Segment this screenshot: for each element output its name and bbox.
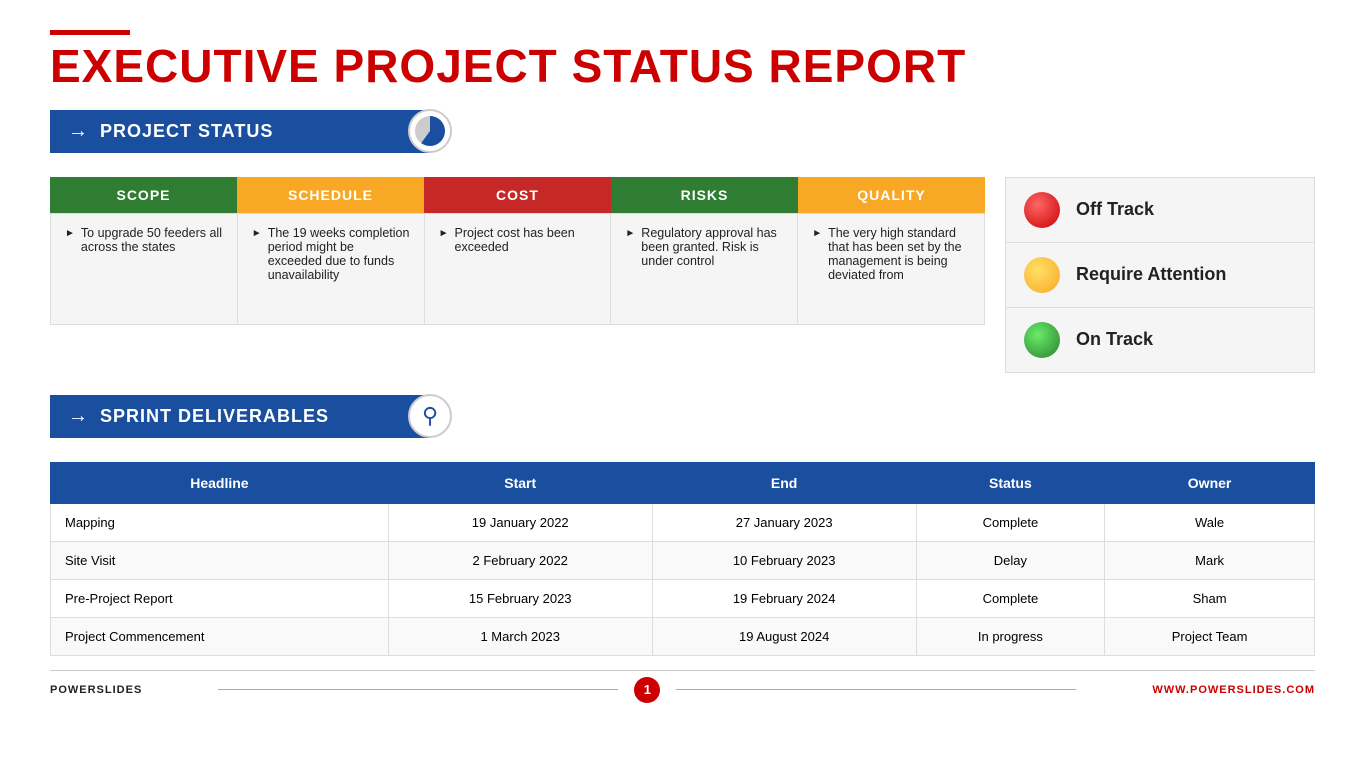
cell-headline: Project Commencement	[51, 617, 389, 655]
trinity-icon-circle: ⚲	[408, 394, 452, 438]
page-title: EXECUTIVE PROJECT STATUS REPORT	[50, 41, 1315, 92]
col-end: End	[652, 462, 916, 503]
risks-cell: ► Regulatory approval has been granted. …	[611, 214, 798, 324]
cost-text: Project cost has been exceeded	[455, 226, 597, 254]
schedule-bullet-arrow: ►	[252, 228, 262, 239]
page: EXECUTIVE PROJECT STATUS REPORT → PROJEC…	[0, 0, 1365, 767]
project-status-header: → PROJECT STATUS	[50, 110, 430, 153]
legend-on-track: On Track	[1006, 308, 1314, 372]
status-table: SCOPE SCHEDULE COST RISKS QUALITY ► To u…	[50, 177, 985, 325]
legend-on-track-label: On Track	[1076, 329, 1153, 350]
col-headline: Headline	[51, 462, 389, 503]
sprint-deliverables-header: → SPRINT DELIVERABLES ⚲	[50, 395, 430, 438]
risks-bullet: ► Regulatory approval has been granted. …	[625, 226, 783, 268]
cost-bullet: ► Project cost has been exceeded	[439, 226, 597, 254]
cell-owner: Mark	[1105, 541, 1315, 579]
green-dot-icon	[1024, 322, 1060, 358]
col-status: Status	[916, 462, 1105, 503]
footer-brand-right: WWW.POWERSLIDES.COM	[1152, 684, 1315, 696]
risks-text: Regulatory approval has been granted. Ri…	[641, 226, 783, 268]
yellow-dot-icon	[1024, 257, 1060, 293]
cell-start: 15 February 2023	[388, 579, 652, 617]
col-owner: Owner	[1105, 462, 1315, 503]
sprint-deliverables-section: → SPRINT DELIVERABLES ⚲ Headline Start E…	[50, 395, 1315, 656]
sprint-arrow-icon: →	[68, 405, 88, 428]
quality-text: The very high standard that has been set…	[828, 226, 970, 282]
legend-require-attention: Require Attention	[1006, 243, 1314, 308]
footer-line-left	[218, 689, 618, 690]
table-row: Site Visit2 February 202210 February 202…	[51, 541, 1315, 579]
legend-off-track-label: Off Track	[1076, 199, 1154, 220]
deliverables-table: Headline Start End Status Owner Mapping1…	[50, 462, 1315, 656]
cell-end: 19 August 2024	[652, 617, 916, 655]
cell-status: Complete	[916, 503, 1105, 541]
cell-owner: Project Team	[1105, 617, 1315, 655]
trinity-icon: ⚲	[422, 403, 438, 429]
project-status-label: PROJECT STATUS	[100, 121, 273, 142]
project-status-section: → PROJECT STATUS SCOPE SCHEDULE COST RIS…	[50, 110, 1315, 373]
legend-panel: Off Track Require Attention On Track	[1005, 177, 1315, 373]
schedule-cell: ► The 19 weeks completion period might b…	[238, 214, 425, 324]
cell-start: 2 February 2022	[388, 541, 652, 579]
quality-cell: ► The very high standard that has been s…	[798, 214, 984, 324]
quality-header: QUALITY	[798, 177, 985, 213]
scope-bullet: ► To upgrade 50 feeders all across the s…	[65, 226, 223, 254]
footer-page-badge: 1	[634, 677, 660, 703]
red-dot-icon	[1024, 192, 1060, 228]
scope-cell: ► To upgrade 50 feeders all across the s…	[51, 214, 238, 324]
title-black: EXECUTIVE PROJECT	[50, 40, 572, 92]
scope-bullet-arrow: ►	[65, 228, 75, 239]
cell-status: In progress	[916, 617, 1105, 655]
table-row: Pre-Project Report15 February 202319 Feb…	[51, 579, 1315, 617]
cell-owner: Wale	[1105, 503, 1315, 541]
cell-owner: Sham	[1105, 579, 1315, 617]
scope-text: To upgrade 50 feeders all across the sta…	[81, 226, 223, 254]
footer-line-right	[676, 689, 1076, 690]
status-body-row: ► To upgrade 50 feeders all across the s…	[50, 213, 985, 325]
schedule-bullet: ► The 19 weeks completion period might b…	[252, 226, 410, 282]
cell-headline: Mapping	[51, 503, 389, 541]
footer-brand-left: POWERSLIDES	[50, 684, 142, 696]
footer-center: 1	[142, 677, 1152, 703]
legend-off-track: Off Track	[1006, 178, 1314, 243]
cost-bullet-arrow: ►	[439, 228, 449, 239]
deliverables-header-row: Headline Start End Status Owner	[51, 462, 1315, 503]
scope-header: SCOPE	[50, 177, 237, 213]
risks-header: RISKS	[611, 177, 798, 213]
status-header-row: SCOPE SCHEDULE COST RISKS QUALITY	[50, 177, 985, 213]
arrow-icon: →	[68, 120, 88, 143]
risks-bullet-arrow: ►	[625, 228, 635, 239]
status-row-wrapper: SCOPE SCHEDULE COST RISKS QUALITY ► To u…	[50, 177, 1315, 373]
table-row: Mapping19 January 202227 January 2023Com…	[51, 503, 1315, 541]
title-accent-line	[50, 30, 130, 35]
quality-bullet: ► The very high standard that has been s…	[812, 226, 970, 282]
legend-require-attention-label: Require Attention	[1076, 264, 1226, 285]
cell-headline: Site Visit	[51, 541, 389, 579]
title-bar: EXECUTIVE PROJECT STATUS REPORT	[50, 30, 1315, 92]
footer: POWERSLIDES 1 WWW.POWERSLIDES.COM	[50, 670, 1315, 703]
cell-status: Complete	[916, 579, 1105, 617]
schedule-header: SCHEDULE	[237, 177, 424, 213]
title-red: STATUS REPORT	[572, 40, 967, 92]
cost-cell: ► Project cost has been exceeded	[425, 214, 612, 324]
cell-end: 10 February 2023	[652, 541, 916, 579]
cost-header: COST	[424, 177, 611, 213]
cell-headline: Pre-Project Report	[51, 579, 389, 617]
schedule-text: The 19 weeks completion period might be …	[268, 226, 410, 282]
pie-chart-icon-circle	[408, 109, 452, 153]
cell-status: Delay	[916, 541, 1105, 579]
cell-end: 27 January 2023	[652, 503, 916, 541]
table-row: Project Commencement1 March 202319 Augus…	[51, 617, 1315, 655]
cell-end: 19 February 2024	[652, 579, 916, 617]
pie-chart-icon	[415, 116, 445, 146]
col-start: Start	[388, 462, 652, 503]
cell-start: 19 January 2022	[388, 503, 652, 541]
cell-start: 1 March 2023	[388, 617, 652, 655]
sprint-deliverables-label: SPRINT DELIVERABLES	[100, 406, 329, 427]
quality-bullet-arrow: ►	[812, 228, 822, 239]
